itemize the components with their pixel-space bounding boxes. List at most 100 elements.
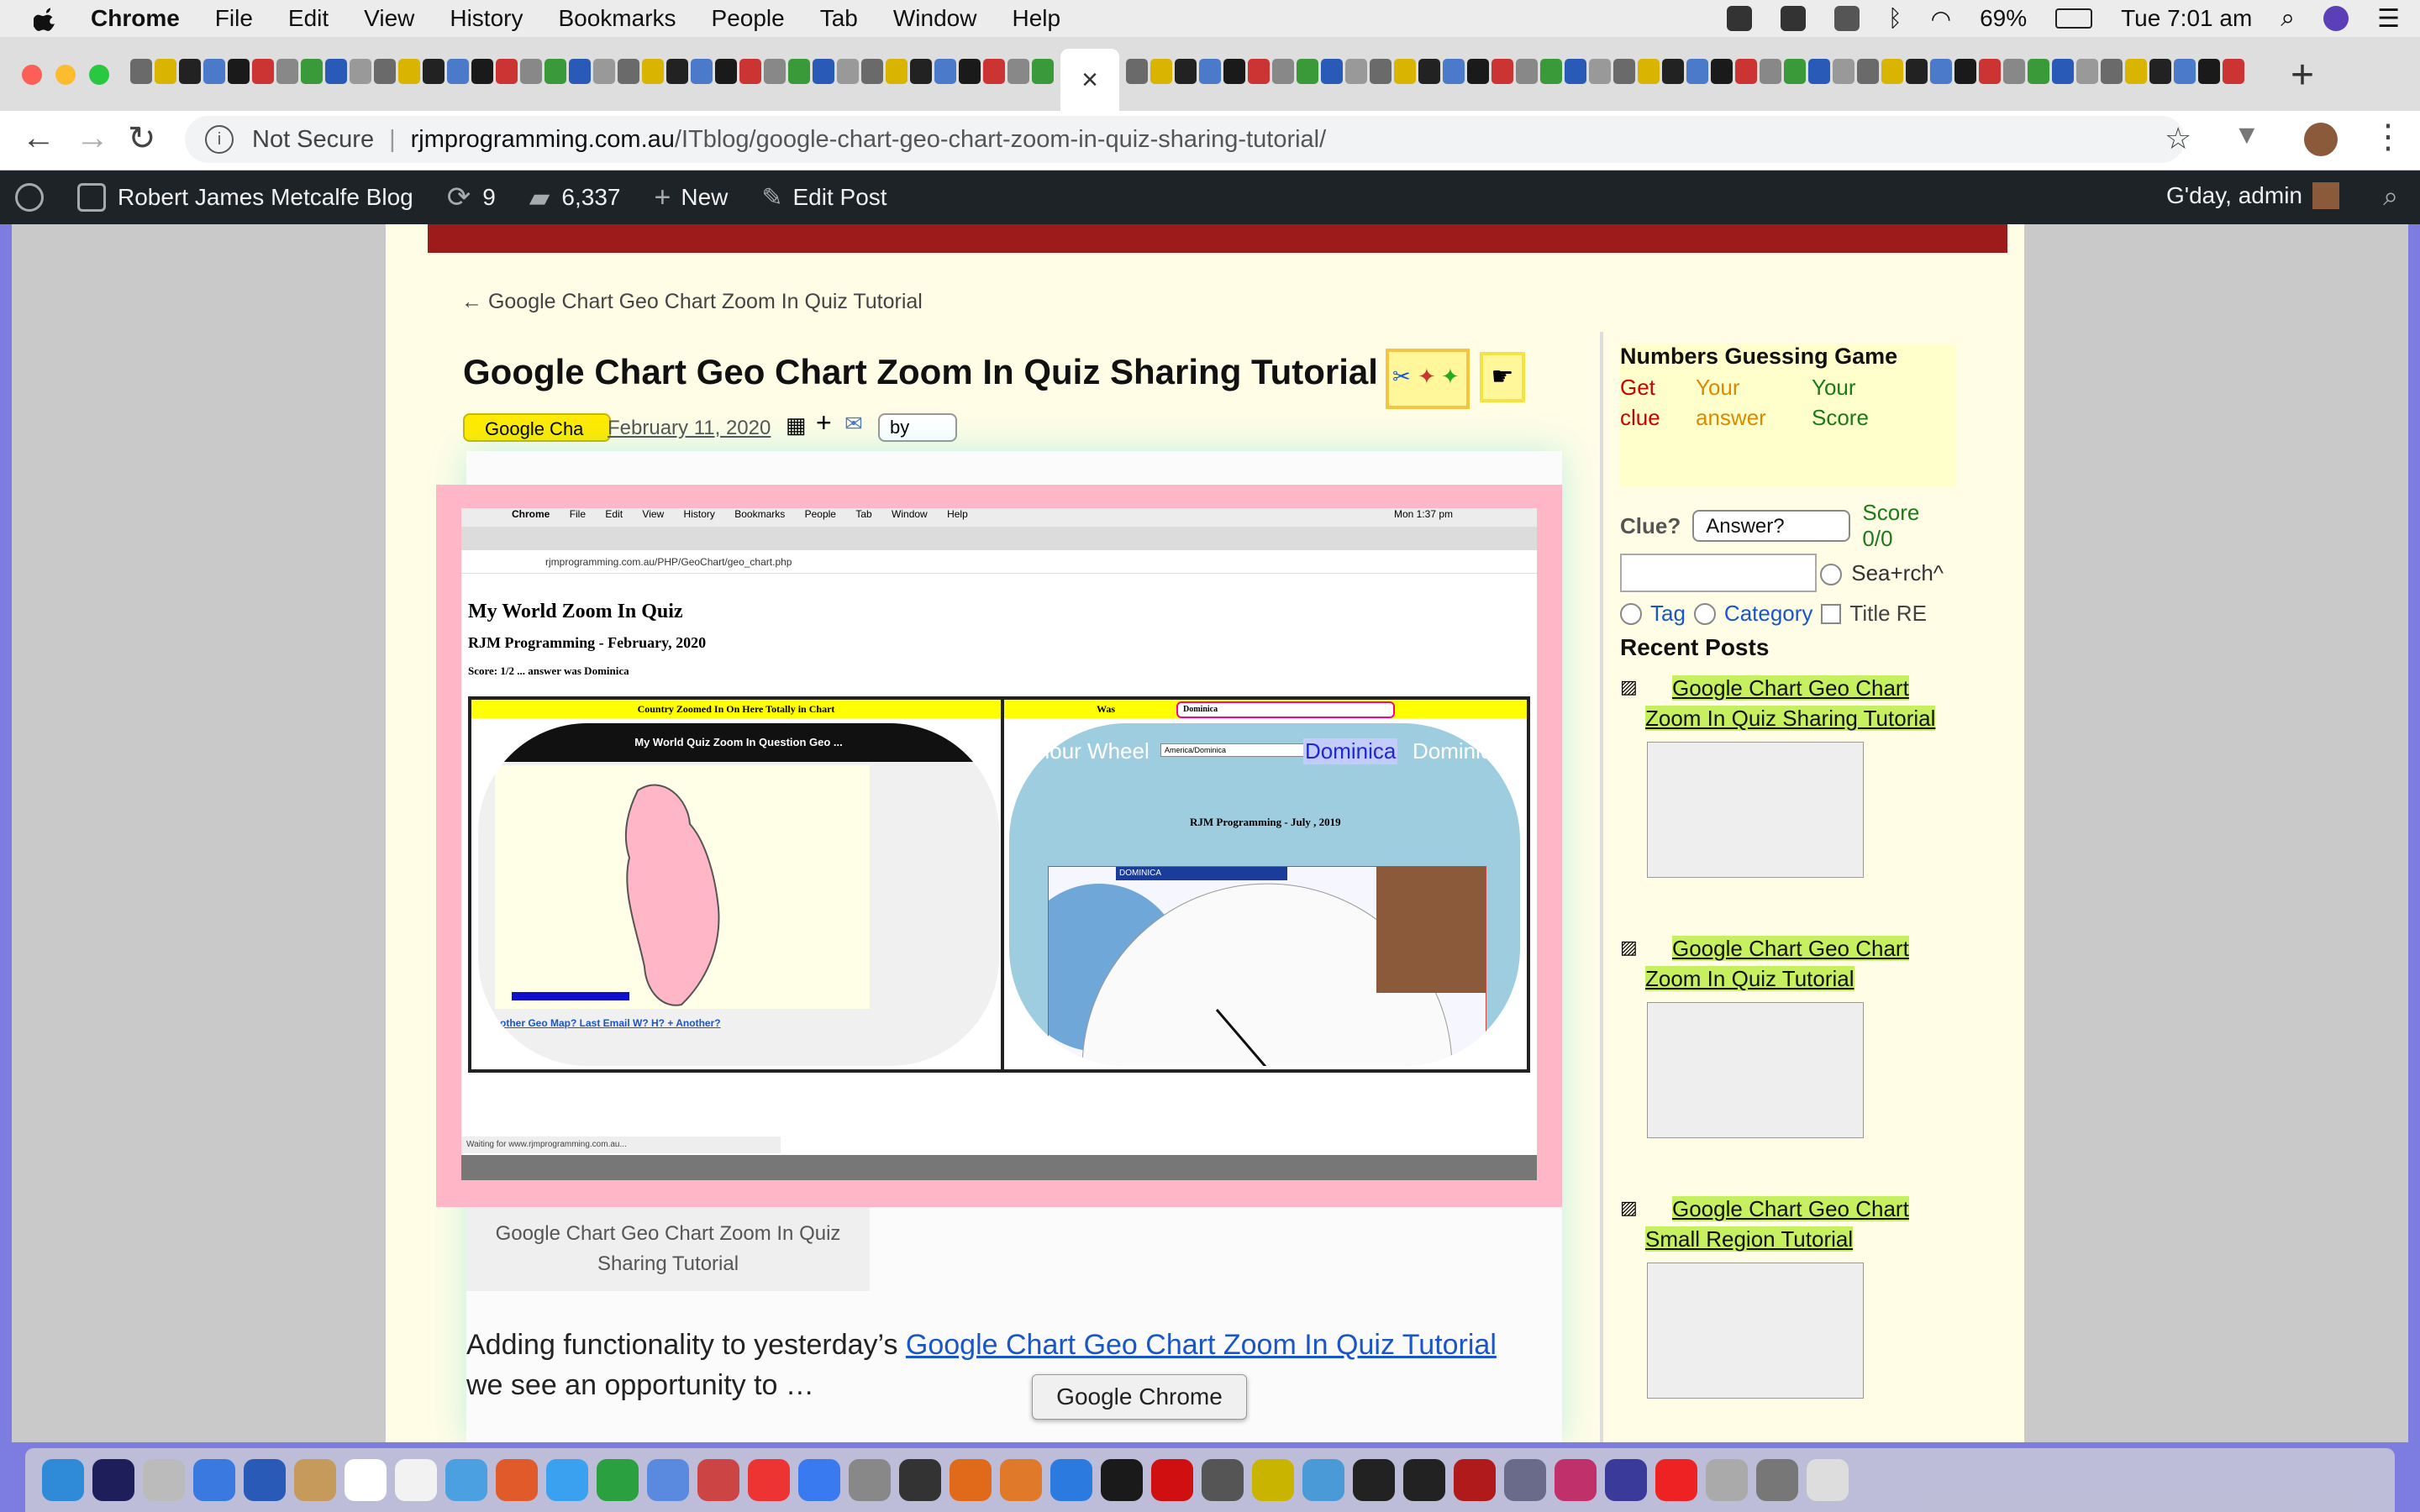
dock-app-icon[interactable]	[1555, 1459, 1597, 1501]
tab-favicon-icon[interactable]	[1808, 59, 1830, 84]
tab-favicon-icon[interactable]	[1199, 59, 1221, 84]
dock-app-icon[interactable]	[1655, 1459, 1697, 1501]
tab-favicon-icon[interactable]	[1954, 59, 1976, 84]
tab-favicon-icon[interactable]	[1857, 59, 1879, 84]
tab-favicon-icon[interactable]	[1248, 59, 1270, 84]
new-tab-button[interactable]: +	[2291, 52, 2314, 98]
airplay-icon[interactable]	[1833, 6, 1860, 31]
tab-favicon-icon[interactable]	[1345, 59, 1367, 84]
tab-favicon-icon[interactable]	[130, 59, 152, 84]
tab-favicon-icon[interactable]	[1760, 59, 1781, 84]
menu-bookmarks[interactable]: Bookmarks	[558, 5, 676, 32]
dock-app-icon[interactable]	[244, 1459, 286, 1501]
tab-favicon-icon[interactable]	[1565, 59, 1586, 84]
menu-history[interactable]: History	[450, 5, 523, 32]
body-link[interactable]: Google Chart Geo Chart Zoom In Quiz Tuto…	[906, 1329, 1497, 1361]
dock-app-icon[interactable]	[798, 1459, 840, 1501]
recent-post-3-line1[interactable]: Google Chart Geo Chart	[1672, 1196, 1909, 1221]
tab-favicon-icon[interactable]	[374, 59, 396, 84]
author-select[interactable]: by	[878, 413, 957, 442]
tab-favicon-icon[interactable]	[861, 59, 883, 84]
dock-app-icon[interactable]	[92, 1459, 134, 1501]
chrome-menu-icon[interactable]: ⋮	[2371, 118, 2405, 156]
tab-favicon-icon[interactable]	[1370, 59, 1392, 84]
back-arrow-icon[interactable]: ←	[22, 119, 55, 157]
tab-favicon-icon[interactable]	[155, 59, 176, 84]
tab-favicon-icon[interactable]	[301, 59, 323, 84]
dock-app-icon[interactable]	[748, 1459, 790, 1501]
recent-post-2-line2[interactable]: Zoom In Quiz Tutorial	[1645, 966, 1854, 991]
menu-view[interactable]: View	[364, 5, 414, 32]
minimize-window-button[interactable]	[55, 65, 76, 85]
tab-favicon-icon[interactable]	[1297, 59, 1318, 84]
tab-favicon-icon[interactable]	[1394, 59, 1416, 84]
runner-red-icon[interactable]: ✦	[1418, 364, 1436, 390]
dock-app-icon[interactable]	[950, 1459, 992, 1501]
tab-favicon-icon[interactable]	[2052, 59, 2074, 84]
tab-favicon-icon[interactable]	[447, 59, 469, 84]
tab-favicon-icon[interactable]	[1979, 59, 2001, 84]
recent-post-3-line2[interactable]: Small Region Tutorial	[1645, 1226, 1854, 1252]
get-clue-link[interactable]: Get clue	[1620, 372, 1660, 433]
tab-favicon-icon[interactable]	[934, 59, 956, 84]
tab-favicon-icon[interactable]	[1321, 59, 1343, 84]
dock-app-icon[interactable]	[1202, 1459, 1244, 1501]
tab-favicon-icon[interactable]	[2149, 59, 2171, 84]
tab-favicon-icon[interactable]	[520, 59, 542, 84]
tab-favicon-icon[interactable]	[1491, 59, 1513, 84]
dock-app-icon[interactable]	[1252, 1459, 1294, 1501]
recent-post-1-line1[interactable]: Google Chart Geo Chart	[1672, 675, 1909, 701]
apple-logo-icon[interactable]	[34, 6, 59, 31]
menu-people[interactable]: People	[712, 5, 785, 32]
tab-favicon-icon[interactable]	[1175, 59, 1197, 84]
menu-chrome[interactable]: Chrome	[91, 5, 180, 32]
battery-percent[interactable]: 69%	[1980, 5, 2027, 32]
tab-favicon-icon[interactable]	[276, 59, 298, 84]
your-score-link[interactable]: Your Score	[1812, 372, 1869, 433]
dock-app-icon[interactable]	[899, 1459, 941, 1501]
recent-post-2-thumbnail[interactable]	[1647, 1002, 1864, 1138]
tab-favicon-icon[interactable]	[496, 59, 518, 84]
answer-select[interactable]: Answer?	[1692, 510, 1851, 542]
wp-new[interactable]: + New	[654, 181, 728, 214]
tab-favicon-icon[interactable]	[423, 59, 445, 84]
tab-favicon-icon[interactable]	[398, 59, 420, 84]
tab-favicon-icon[interactable]	[1906, 59, 1928, 84]
tab-favicon-icon[interactable]	[788, 59, 810, 84]
battery-icon[interactable]	[2055, 8, 2093, 29]
dock-app-icon[interactable]	[143, 1459, 185, 1501]
tag-radio[interactable]	[1620, 602, 1642, 625]
tab-favicon-icon[interactable]	[593, 59, 615, 84]
tab-favicon-icon[interactable]	[837, 59, 859, 84]
tab-favicon-icon[interactable]	[1150, 59, 1172, 84]
embedded-screenshot[interactable]: Chrome File Edit View History Bookmarks …	[461, 508, 1537, 1180]
dock-app-icon[interactable]	[1353, 1459, 1395, 1501]
tab-favicon-icon[interactable]	[1662, 59, 1684, 84]
dock-app-icon[interactable]	[1151, 1459, 1193, 1501]
tab-favicon-icon[interactable]	[1516, 59, 1538, 84]
tab-favicon-icon[interactable]	[179, 59, 201, 84]
tab-favicon-icon[interactable]	[886, 59, 908, 84]
tab-favicon-icon[interactable]	[2223, 59, 2244, 84]
tab-favicon-icon[interactable]	[1784, 59, 1806, 84]
tab-favicon-icon[interactable]	[1007, 59, 1029, 84]
title-re-checkbox[interactable]	[1821, 603, 1842, 624]
tab-favicon-icon[interactable]	[1467, 59, 1489, 84]
pointing-hand-icon[interactable]: ☛	[1480, 352, 1525, 402]
tab-favicon-icon[interactable]	[1833, 59, 1854, 84]
dock-app-icon[interactable]	[1756, 1459, 1798, 1501]
tab-favicon-icon[interactable]	[910, 59, 932, 84]
tab-close-icon[interactable]: ×	[1081, 64, 1098, 97]
dock-app-icon[interactable]	[1504, 1459, 1546, 1501]
forward-arrow-icon[interactable]: →	[76, 119, 109, 157]
dock-app-icon[interactable]	[1454, 1459, 1496, 1501]
tab-favicon-icon[interactable]	[2198, 59, 2220, 84]
menu-edit[interactable]: Edit	[288, 5, 329, 32]
dock-app-icon[interactable]	[193, 1459, 235, 1501]
wp-comments[interactable]: ▰ 6,337	[529, 181, 621, 213]
notification-center-icon[interactable]: ☰	[2377, 4, 2400, 34]
close-window-button[interactable]	[22, 65, 42, 85]
tab-favicon-icon[interactable]	[1223, 59, 1245, 84]
tab-favicon-icon[interactable]	[1735, 59, 1757, 84]
menu-window[interactable]: Window	[893, 5, 977, 32]
